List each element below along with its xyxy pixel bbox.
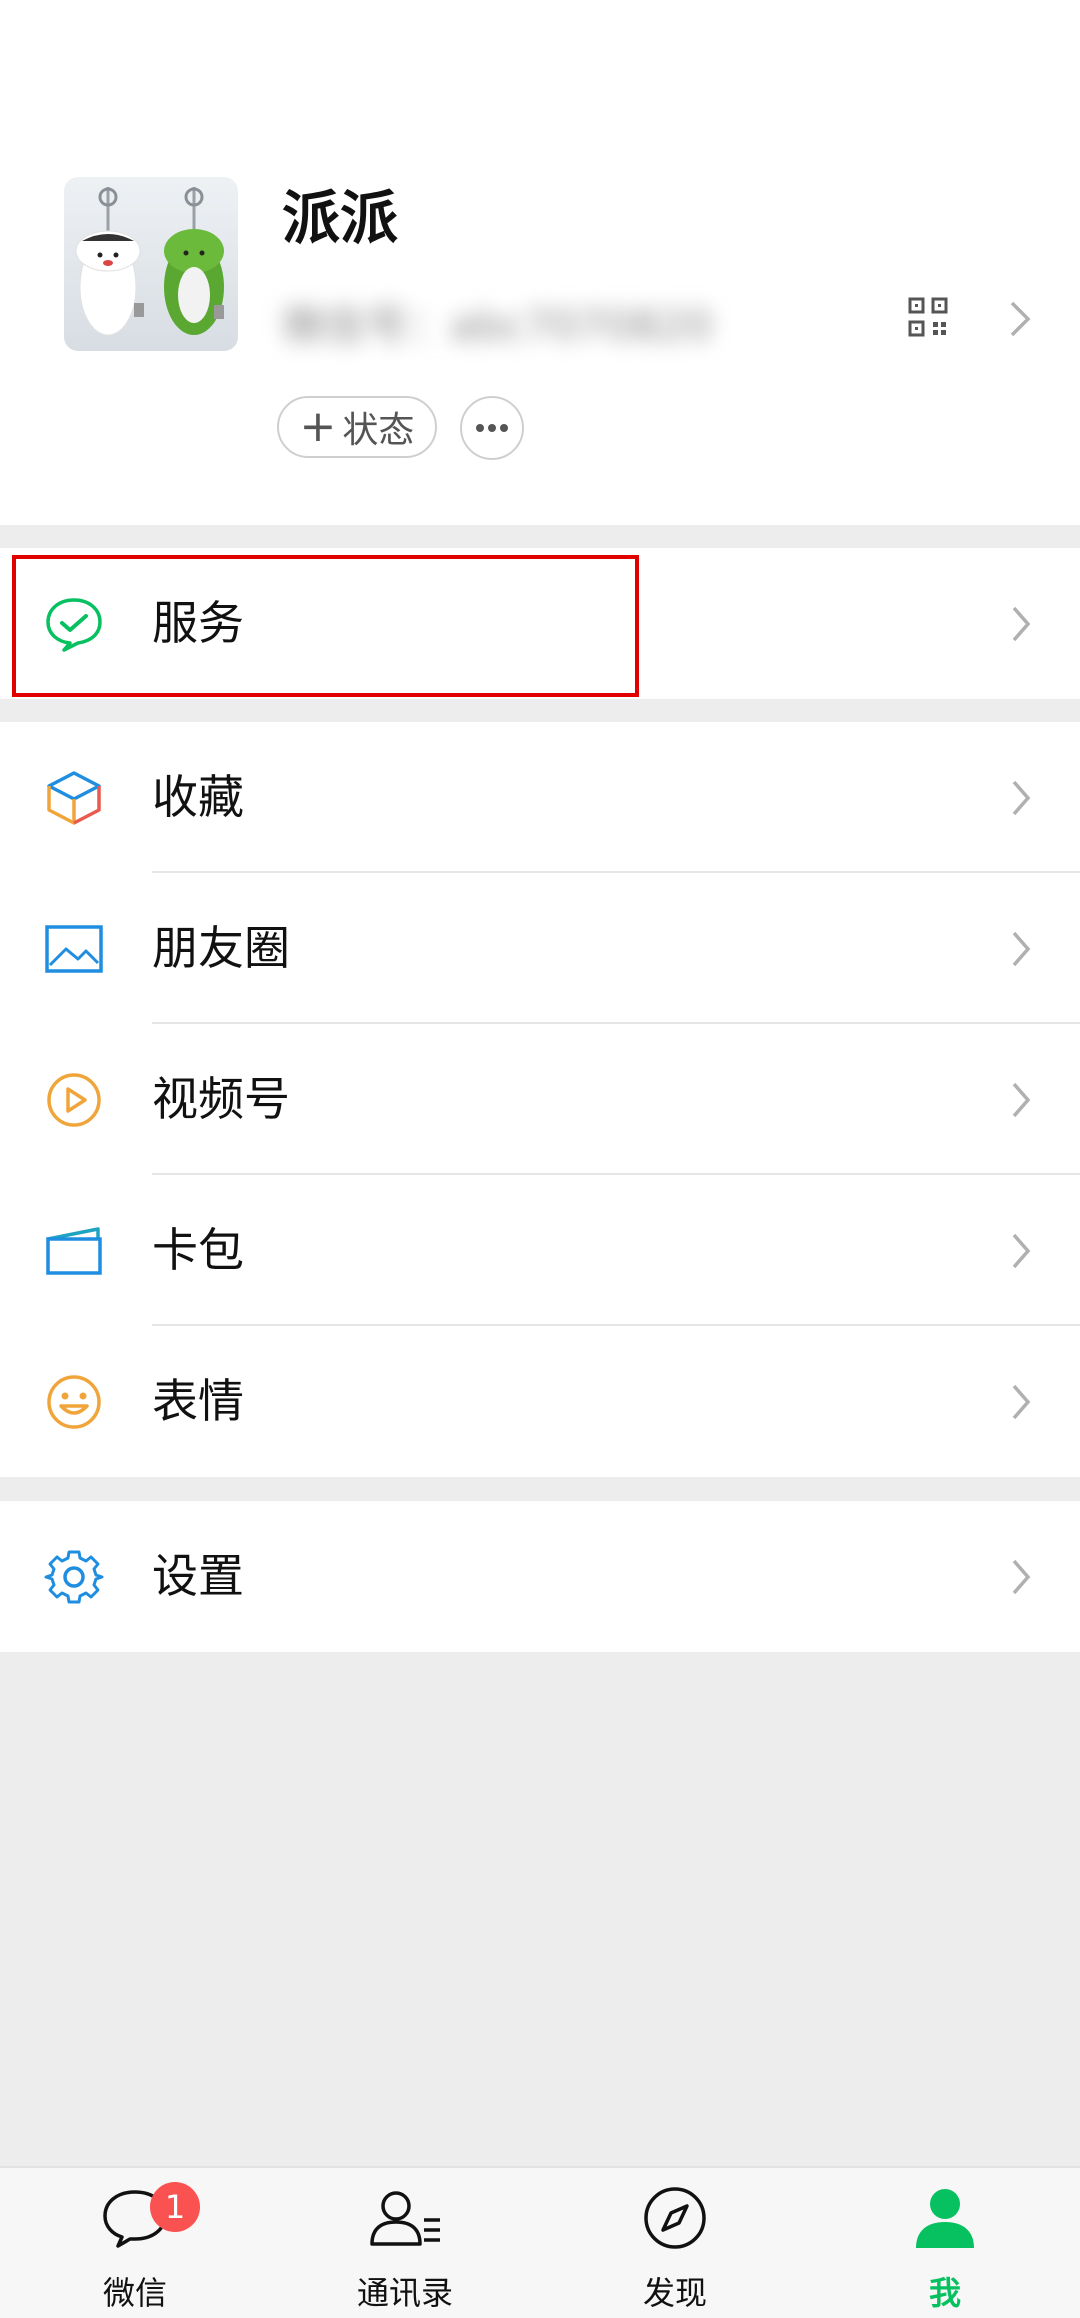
settings-group: 设置	[0, 1501, 1080, 1652]
cards-label: 卡包	[152, 1223, 244, 1277]
chevron-right-icon	[1010, 1231, 1032, 1271]
tab-chats[interactable]: 1 微信	[0, 2168, 270, 2318]
tab-contacts[interactable]: 通讯录	[270, 2168, 540, 2318]
chevron-right-icon	[1010, 929, 1032, 969]
status-label: 状态	[342, 410, 415, 451]
main-menu-group: 收藏 朋友圈 视频号 卡包 表情	[0, 722, 1080, 1477]
contacts-icon	[368, 2186, 442, 2254]
add-status-button[interactable]: + 状态	[277, 396, 437, 458]
smiley-icon	[44, 1374, 104, 1430]
qr-code-icon[interactable]	[908, 297, 948, 337]
stickers-label: 表情	[152, 1374, 244, 1428]
chevron-right-icon	[1010, 1557, 1032, 1597]
more-icon	[476, 424, 508, 432]
menu-item-stickers[interactable]: 表情	[0, 1326, 1080, 1477]
chevron-right-icon	[1010, 1382, 1032, 1422]
unread-badge: 1	[150, 2182, 200, 2232]
settings-label: 设置	[152, 1549, 244, 1603]
tab-chats-label: 微信	[102, 2274, 167, 2312]
services-group: 服务	[0, 548, 1080, 699]
menu-item-services[interactable]: 服务	[0, 548, 1080, 699]
profile-header: 派派 微信号：abc7070820 + 状态	[0, 0, 1080, 525]
chevron-right-icon[interactable]	[1008, 299, 1034, 339]
compass-icon	[642, 2186, 708, 2254]
avatar[interactable]	[64, 177, 238, 351]
channels-label: 视频号	[152, 1072, 290, 1126]
gear-icon	[44, 1549, 104, 1605]
services-label: 服务	[152, 596, 244, 650]
tab-discover[interactable]: 发现	[540, 2168, 810, 2318]
moments-image-icon	[44, 921, 104, 977]
menu-item-cards[interactable]: 卡包	[0, 1175, 1080, 1326]
moments-label: 朋友圈	[152, 921, 290, 975]
menu-item-channels[interactable]: 视频号	[0, 1024, 1080, 1175]
favorites-label: 收藏	[152, 770, 244, 824]
menu-item-settings[interactable]: 设置	[0, 1501, 1080, 1652]
wallet-card-icon	[44, 1223, 104, 1279]
services-icon	[44, 596, 104, 652]
bottom-tab-bar: 1 微信 通讯录 发现 我	[0, 2166, 1080, 2318]
chevron-right-icon	[1010, 778, 1032, 818]
nickname: 派派	[282, 184, 399, 252]
favorites-cube-icon	[44, 770, 104, 826]
tab-me[interactable]: 我	[810, 2168, 1080, 2318]
chevron-right-icon	[1010, 604, 1032, 644]
wechat-id: 微信号：abc7070820	[282, 301, 713, 350]
tab-contacts-label: 通讯录	[356, 2274, 453, 2312]
menu-item-moments[interactable]: 朋友圈	[0, 873, 1080, 1024]
channels-play-icon	[44, 1072, 104, 1128]
tab-me-label: 我	[928, 2274, 961, 2312]
person-icon	[912, 2186, 978, 2254]
tab-discover-label: 发现	[642, 2274, 707, 2312]
plus-icon: +	[299, 401, 337, 452]
more-button[interactable]	[460, 396, 524, 460]
menu-item-favorites[interactable]: 收藏	[0, 722, 1080, 873]
chevron-right-icon	[1010, 1080, 1032, 1120]
